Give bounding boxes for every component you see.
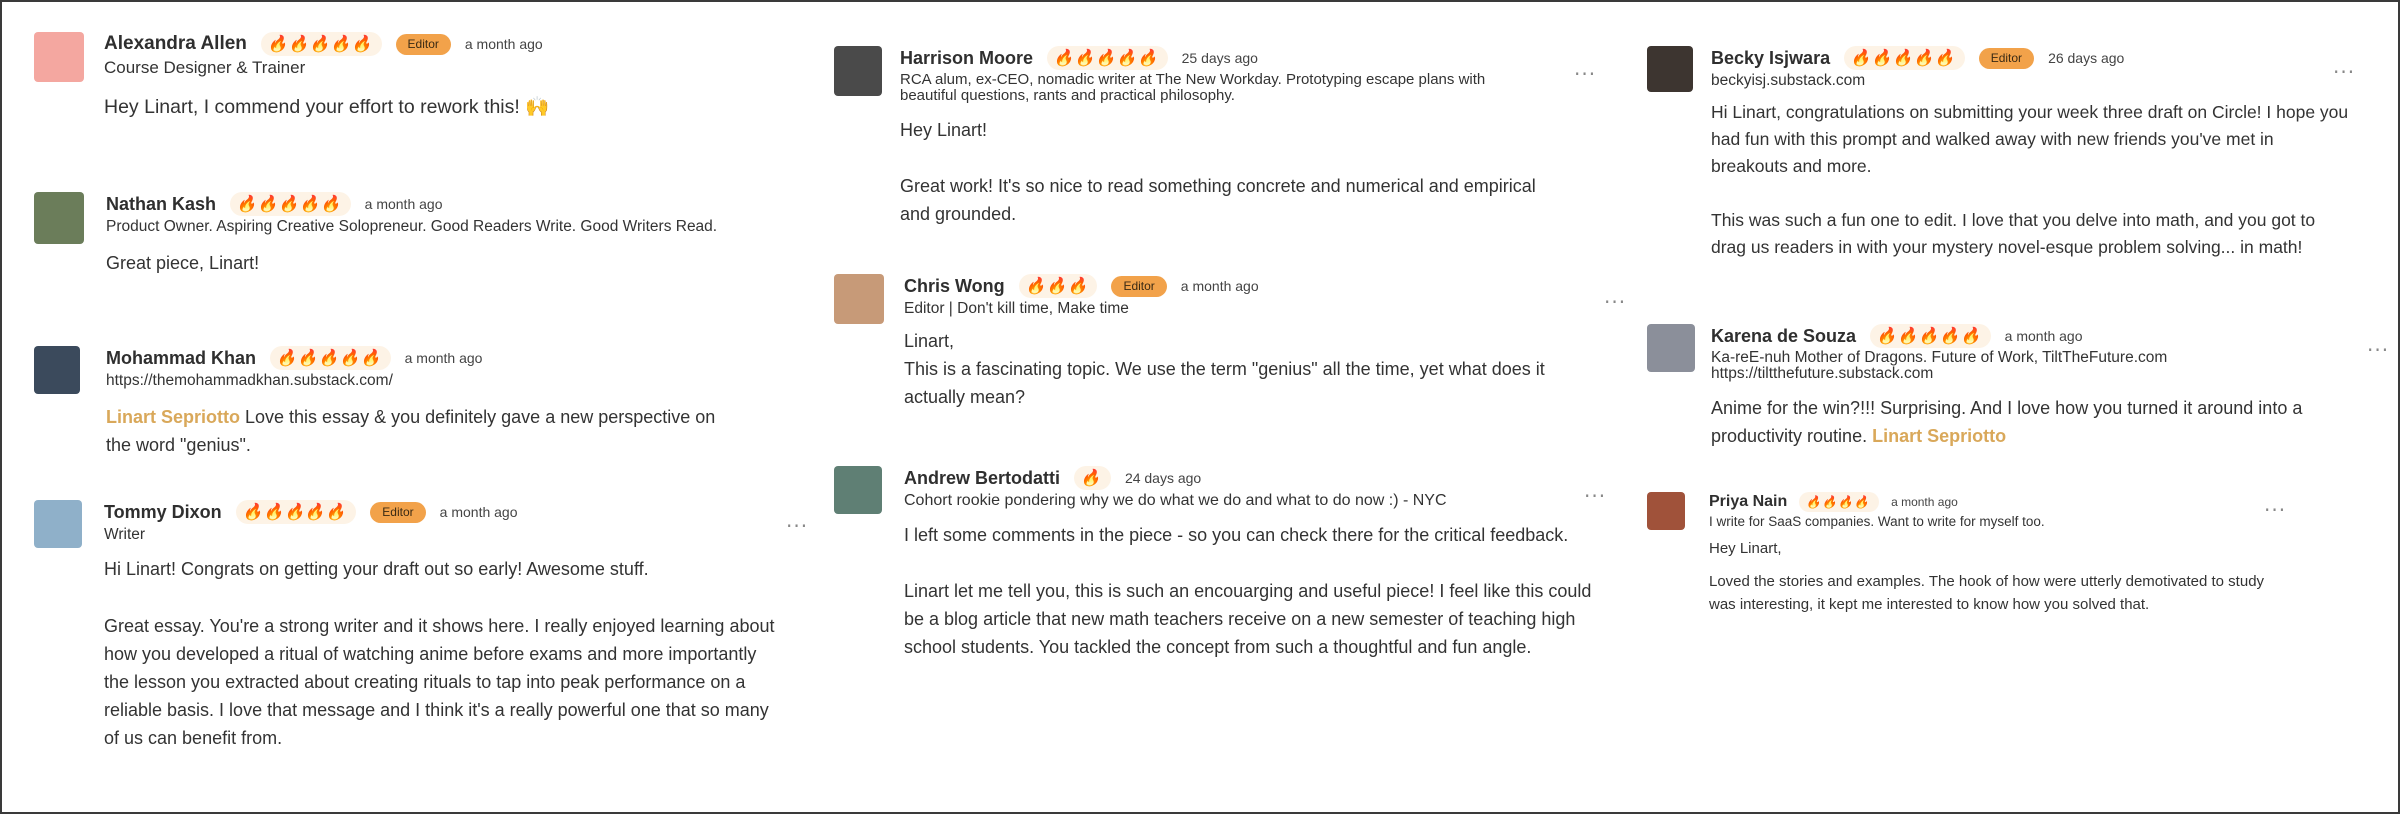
comments-panel: Alexandra Allen 🔥🔥🔥🔥🔥 Editor a month ago… <box>0 0 2400 814</box>
more-options-icon[interactable]: ··· <box>1574 64 1596 84</box>
avatar[interactable] <box>1647 492 1685 530</box>
flame-rating-icon: 🔥🔥🔥🔥🔥 <box>265 36 377 53</box>
avatar[interactable] <box>34 192 84 244</box>
commenter-name[interactable]: Harrison Moore <box>900 48 1033 69</box>
timestamp: 26 days ago <box>2048 50 2125 66</box>
user-mention[interactable]: Linart Sepriotto <box>106 407 240 427</box>
commenter-subtitle[interactable]: beckyisj.substack.com <box>1711 72 2377 89</box>
avatar[interactable] <box>834 274 884 324</box>
commenter-subtitle: Product Owner. Aspiring Creative Solopre… <box>106 218 718 235</box>
commenter-name[interactable]: Becky Isjwara <box>1711 48 1830 69</box>
more-options-icon[interactable]: ··· <box>786 516 808 536</box>
commenter-name[interactable]: Alexandra Allen <box>104 33 247 55</box>
commenter-name[interactable]: Mohammad Khan <box>106 348 256 369</box>
more-options-icon[interactable]: ··· <box>1584 486 1606 506</box>
timestamp: a month ago <box>1180 278 1259 294</box>
flame-rating-icon: 🔥🔥🔥🔥 <box>1804 495 1874 509</box>
commenter-name[interactable]: Priya Nain <box>1709 493 1787 511</box>
timestamp: a month ago <box>364 196 443 212</box>
comment-text: Linart, This is a fascinating topic. We … <box>904 331 1545 407</box>
flame-rating-icon: 🔥🔥🔥 <box>1023 278 1093 295</box>
avatar[interactable] <box>34 32 84 82</box>
timestamp: 24 days ago <box>1124 470 1202 486</box>
commenter-subtitle: Editor | Don't kill time, Make time <box>904 300 1129 317</box>
comment-text: Hey Linart! Great work! It's so nice to … <box>900 120 1536 224</box>
comment-text: Hey Linart, I commend your effort to rew… <box>104 96 550 118</box>
flame-rating-icon: 🔥🔥🔥🔥🔥 <box>240 504 351 521</box>
flame-rating-icon: 🔥🔥🔥🔥🔥 <box>1849 50 1960 67</box>
commenter-name[interactable]: Karena de Souza <box>1711 326 1856 347</box>
flame-rating-icon: 🔥🔥🔥🔥🔥 <box>1052 50 1163 67</box>
flame-rating-icon: 🔥🔥🔥🔥🔥 <box>235 196 346 213</box>
more-options-icon[interactable]: ··· <box>2264 500 2286 520</box>
editor-badge: Editor <box>1978 47 2035 69</box>
commenter-name[interactable]: Andrew Bertodatti <box>904 468 1060 489</box>
timestamp: a month ago <box>2004 328 2083 344</box>
commenter-name[interactable]: Nathan Kash <box>106 194 216 215</box>
editor-badge: Editor <box>395 33 451 55</box>
commenter-name[interactable]: Tommy Dixon <box>104 502 222 523</box>
commenter-subtitle: RCA alum, ex-CEO, nomadic writer at The … <box>900 71 1486 104</box>
flame-rating-icon: 🔥🔥🔥🔥🔥 <box>1875 328 1986 345</box>
commenter-name[interactable]: Chris Wong <box>904 276 1005 297</box>
comment-text: Anime for the win?!!! Surprising. And I … <box>1711 398 2303 446</box>
comment-text: I left some comments in the piece - so y… <box>904 525 1592 657</box>
avatar[interactable] <box>34 500 82 548</box>
commenter-subtitle[interactable]: https://themohammadkhan.substack.com/ <box>106 372 724 389</box>
avatar[interactable] <box>34 346 80 394</box>
comments-column-2: Harrison Moore 🔥🔥🔥🔥🔥 25 days ago RCA alu… <box>834 2 1625 812</box>
comment-text: Great piece, Linart! <box>106 253 260 273</box>
timestamp: a month ago <box>464 36 543 52</box>
commenter-subtitle: Course Designer & Trainer <box>104 58 306 77</box>
flame-rating-icon: 🔥🔥🔥🔥🔥 <box>275 350 386 367</box>
commenter-subtitle: Writer <box>104 526 146 543</box>
editor-badge: Editor <box>370 501 426 523</box>
comment-text: Linart Sepriotto Love this essay & you d… <box>106 407 716 455</box>
commenter-subtitle: Cohort rookie pondering why we do what w… <box>904 492 1447 509</box>
timestamp: a month ago <box>439 504 518 520</box>
more-options-icon[interactable]: ··· <box>1604 292 1626 312</box>
avatar[interactable] <box>834 46 882 96</box>
comment-text: Hi Linart! Congrats on getting your draf… <box>104 559 775 748</box>
avatar[interactable] <box>834 466 882 514</box>
more-options-icon[interactable]: ··· <box>2333 62 2355 82</box>
comment-text: Hi Linart, congratulations on submitting… <box>1711 102 2349 257</box>
timestamp: a month ago <box>1891 495 1958 509</box>
editor-badge: Editor <box>1111 275 1167 297</box>
comments-column-1: Alexandra Allen 🔥🔥🔥🔥🔥 Editor a month ago… <box>34 2 807 812</box>
commenter-subtitle: Ka-reE-nuh Mother of Dragons. Future of … <box>1711 349 2168 382</box>
timestamp: a month ago <box>404 350 483 366</box>
comment-text: Hey Linart, Loved the stories and exampl… <box>1709 540 2265 613</box>
timestamp: 25 days ago <box>1181 50 1258 66</box>
avatar[interactable] <box>1647 46 1693 92</box>
more-options-icon[interactable]: ··· <box>2367 340 2389 360</box>
flame-rating-icon: 🔥 <box>1079 470 1106 487</box>
comments-column-3: Becky Isjwara 🔥🔥🔥🔥🔥 Editor 26 days ago b… <box>1647 2 2388 812</box>
avatar[interactable] <box>1647 324 1695 372</box>
user-mention[interactable]: Linart Sepriotto <box>1872 426 2006 446</box>
